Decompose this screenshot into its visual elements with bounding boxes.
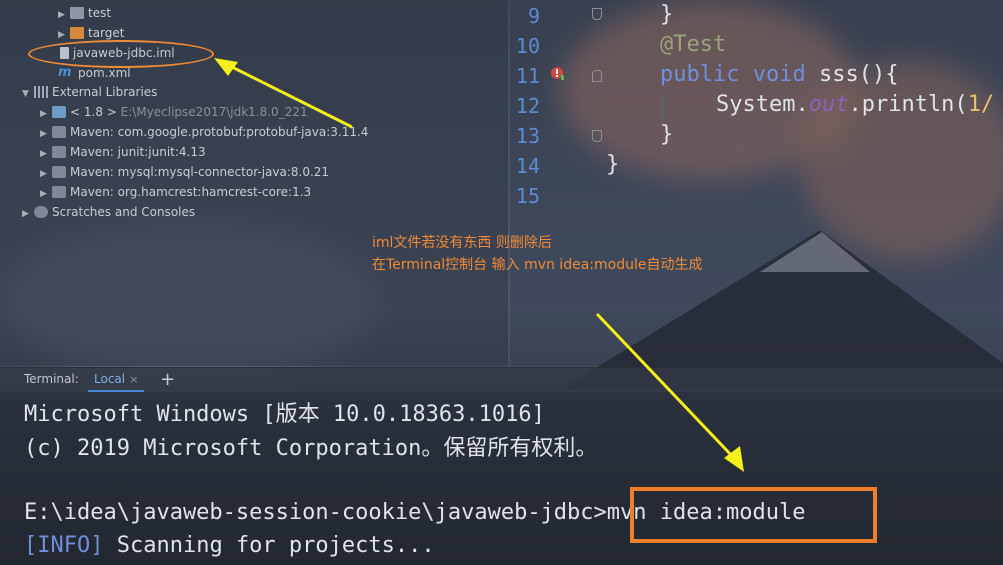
arrow-to-iml xyxy=(214,58,353,129)
arrow-to-command xyxy=(595,312,744,472)
annotation-arrows xyxy=(214,58,744,472)
